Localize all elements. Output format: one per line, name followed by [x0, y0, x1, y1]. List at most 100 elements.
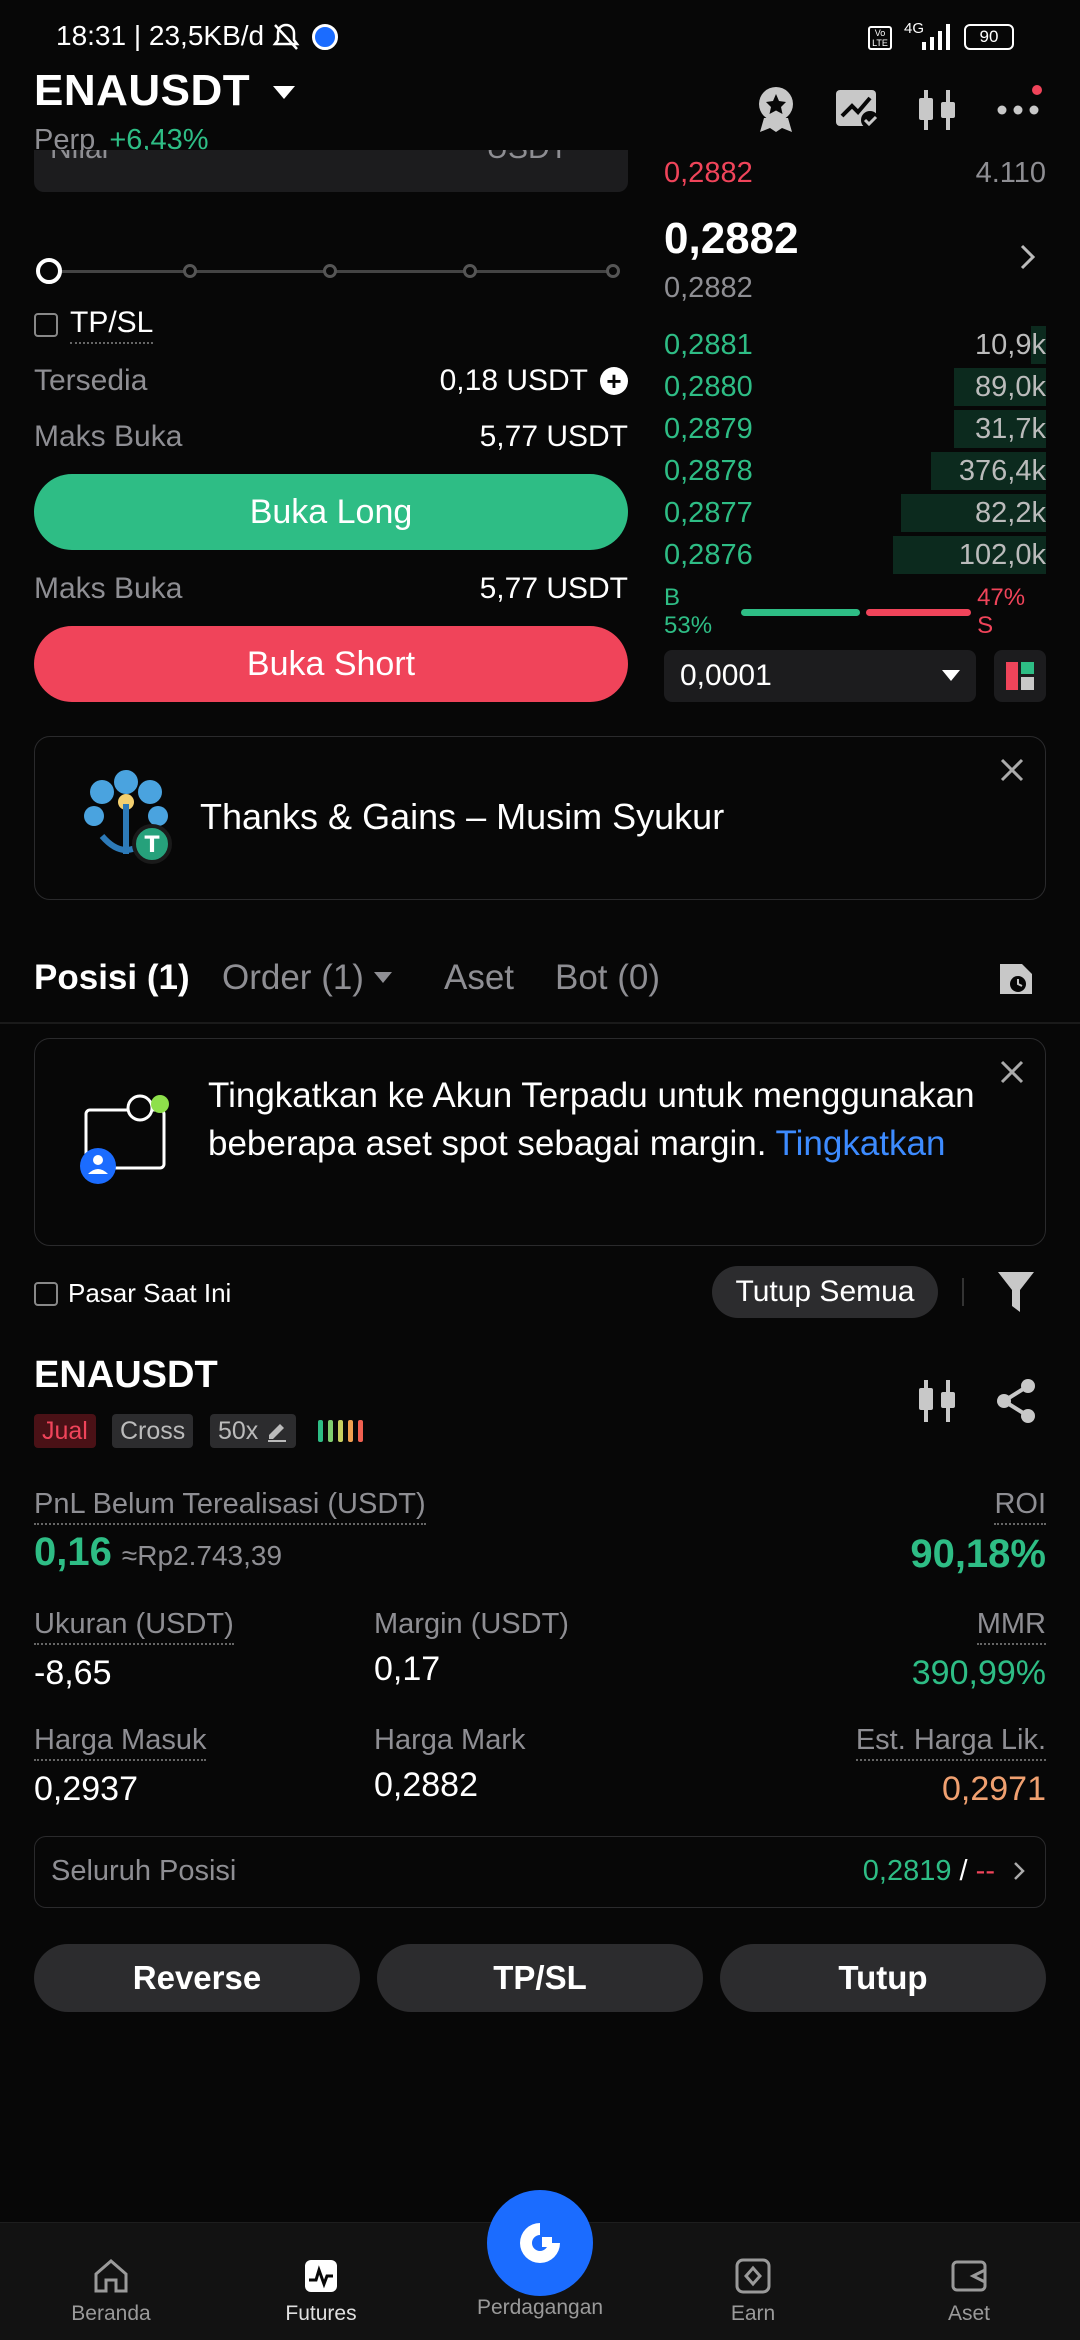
- amount-input[interactable]: Nilai USDT: [34, 150, 628, 192]
- bid-qty: 10,9k: [975, 328, 1046, 361]
- available-amount: 0,18 USDT: [439, 364, 588, 397]
- sell-ratio-bar: [865, 608, 972, 616]
- open-long-button[interactable]: Buka Long: [34, 474, 628, 550]
- nav-earn[interactable]: Earn: [678, 2256, 828, 2326]
- wallet-icon: [949, 2256, 989, 2296]
- reverse-button[interactable]: Reverse: [34, 1944, 360, 2012]
- bid-qty: 31,7k: [975, 412, 1046, 445]
- side-badge: Jual: [34, 1414, 96, 1448]
- tpsl-checkbox[interactable]: [34, 313, 58, 337]
- max-open-long-value: 5,77 USDT: [479, 420, 628, 453]
- position-pair[interactable]: ENAUSDT: [34, 1354, 218, 1397]
- slider-thumb[interactable]: [36, 258, 62, 284]
- current-market-filter[interactable]: Pasar Saat Ini: [34, 1278, 231, 1309]
- tree-coin-icon: T: [72, 764, 182, 874]
- slider-step[interactable]: [183, 264, 197, 278]
- bid-price: 0,2881: [664, 328, 753, 361]
- nav-trade[interactable]: Perdagangan: [464, 2296, 616, 2320]
- precision-value: 0,0001: [680, 659, 772, 692]
- sl-value: --: [975, 1855, 995, 1887]
- tab-positions[interactable]: Posisi (1): [34, 958, 190, 998]
- share-icon[interactable]: [994, 1378, 1038, 1424]
- chevron-down-icon: [272, 86, 295, 100]
- max-open-short-value: 5,77 USDT: [479, 572, 628, 605]
- home-icon: [91, 2256, 131, 2296]
- mark-price: 0,2882: [664, 272, 753, 304]
- margin-mode-badge: Cross: [112, 1414, 194, 1448]
- add-funds-icon[interactable]: +: [600, 367, 628, 395]
- whole-position-tpsl-row[interactable]: Seluruh Posisi 0,2819 / --: [34, 1836, 1046, 1908]
- rewards-icon[interactable]: [752, 84, 800, 134]
- roi-label: ROI: [994, 1488, 1046, 1525]
- mark-price-label: Harga Mark: [374, 1724, 526, 1756]
- max-open-long-label: Maks Buka: [34, 420, 183, 453]
- futures-icon: [301, 2256, 341, 2296]
- edit-icon: [266, 1420, 288, 1442]
- nav-trade-label: Perdagangan: [476, 2296, 604, 2319]
- app-notification-icon: [312, 24, 338, 50]
- svg-text:T: T: [144, 833, 159, 858]
- available-label: Tersedia: [34, 364, 148, 397]
- current-market-checkbox[interactable]: [34, 1281, 58, 1306]
- tpsl-checkbox-row[interactable]: TP/SL: [34, 306, 154, 344]
- bid-qty: 102,0k: [958, 538, 1046, 571]
- divider: [962, 1278, 964, 1306]
- candlestick-icon[interactable]: [916, 1378, 958, 1424]
- history-icon[interactable]: [996, 960, 1036, 998]
- slider-step[interactable]: [323, 264, 337, 278]
- bid-row[interactable]: 0,2878 376,4k: [664, 450, 1046, 492]
- chart-check-icon[interactable]: [834, 88, 880, 130]
- chevron-right-icon[interactable]: [1020, 244, 1036, 270]
- whole-position-values: 0,2819 / --: [862, 1855, 995, 1887]
- book-layout-icon: [1005, 661, 1035, 691]
- slider-step[interactable]: [606, 264, 620, 278]
- nav-futures[interactable]: Futures: [246, 2256, 396, 2326]
- upgrade-message: Tingkatkan ke Akun Terpadu untuk menggun…: [208, 1072, 1008, 1168]
- status-bar: 18:31 | 23,5KB/d Vo LTE 4G 90: [0, 0, 1080, 76]
- ask-price: 0,2882: [664, 156, 753, 189]
- ask-row[interactable]: 0,2882 4.110: [664, 152, 1046, 194]
- book-layout-button[interactable]: [994, 650, 1046, 702]
- margin-value: 0,17: [374, 1650, 441, 1688]
- open-short-button[interactable]: Buka Short: [34, 626, 628, 702]
- more-menu-icon[interactable]: [994, 84, 1044, 124]
- caret-down-icon: [373, 972, 392, 984]
- entry-price-label: Harga Masuk: [34, 1724, 207, 1761]
- bid-price: 0,2879: [664, 412, 753, 445]
- nav-assets-label: Aset: [947, 2302, 991, 2325]
- bid-row[interactable]: 0,2881 10,9k: [664, 324, 1046, 366]
- bid-price: 0,2878: [664, 454, 753, 487]
- pnl-value: 0,16: [34, 1530, 112, 1574]
- nav-home[interactable]: Beranda: [36, 2256, 186, 2326]
- bid-row[interactable]: 0,2880 89,0k: [664, 366, 1046, 408]
- close-icon[interactable]: [1000, 758, 1024, 782]
- pnl-idr: ≈Rp2.743,39: [121, 1540, 283, 1571]
- tab-assets[interactable]: Aset: [444, 958, 514, 998]
- tab-orders[interactable]: Order (1): [222, 958, 392, 998]
- candlestick-icon[interactable]: [916, 86, 958, 134]
- tpsl-button[interactable]: TP/SL: [377, 1944, 703, 2012]
- tab-bots[interactable]: Bot (0): [555, 958, 660, 998]
- leverage-badge[interactable]: 50x: [210, 1414, 297, 1448]
- nav-assets[interactable]: Aset: [894, 2256, 1044, 2326]
- slider-step[interactable]: [463, 264, 477, 278]
- upgrade-link[interactable]: Tingkatkan: [776, 1124, 946, 1163]
- bid-row[interactable]: 0,2879 31,7k: [664, 408, 1046, 450]
- tabs-divider: [0, 1022, 1080, 1024]
- bid-row[interactable]: 0,2877 82,2k: [664, 492, 1046, 534]
- close-all-button[interactable]: Tutup Semua: [712, 1266, 938, 1318]
- leverage-value: 50x: [218, 1416, 259, 1445]
- pnl-label: PnL Belum Terealisasi (USDT): [34, 1488, 426, 1525]
- nav-trade-button[interactable]: [487, 2190, 593, 2296]
- precision-select[interactable]: 0,0001: [664, 650, 976, 702]
- caret-down-icon: [942, 670, 960, 682]
- bid-row[interactable]: 0,2876 102,0k: [664, 534, 1046, 576]
- filter-icon[interactable]: [996, 1270, 1036, 1314]
- close-position-button[interactable]: Tutup: [720, 1944, 1046, 2012]
- close-icon[interactable]: [1000, 1060, 1024, 1084]
- max-open-short-label: Maks Buka: [34, 572, 183, 605]
- pair-selector[interactable]: ENAUSDT: [34, 66, 295, 116]
- bid-qty: 82,2k: [975, 496, 1046, 529]
- buy-sell-ratio: B 53% 47% S: [664, 584, 1046, 639]
- volte-icon: Vo LTE: [868, 26, 892, 50]
